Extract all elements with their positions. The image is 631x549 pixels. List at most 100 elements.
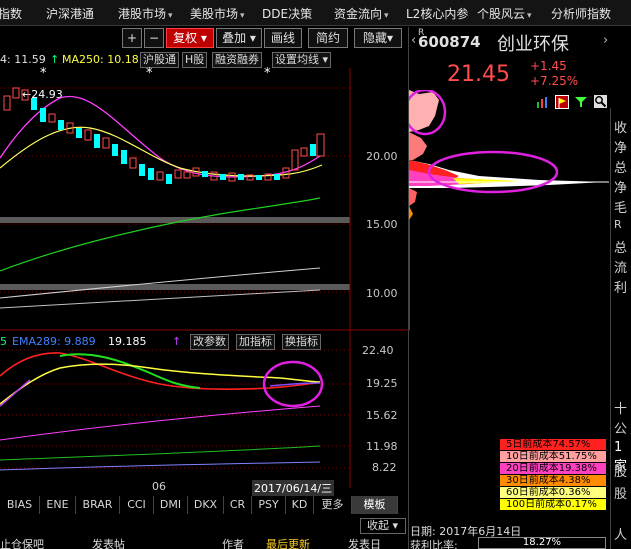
side-label: 总 [614, 161, 628, 176]
price-axis-label: 20.00 [366, 150, 398, 163]
indicator-axis-label: 11.98 [366, 440, 398, 453]
menu-index[interactable]: 指数 [0, 5, 22, 22]
chevron-down-icon: ▾ [240, 11, 245, 21]
chevron-down-icon: ▾ [168, 11, 173, 21]
zoom-in-button[interactable]: + [122, 28, 142, 48]
cost-legend-label: 10日前成本51.75% [506, 451, 597, 462]
menu-index-label: 指数 [0, 7, 23, 21]
chevron-down-icon: ▾ [384, 11, 389, 21]
restore-rights-button[interactable]: 复权 ▾ [166, 28, 214, 48]
tab-cci[interactable]: CCI [120, 496, 154, 514]
pane-separator [0, 284, 350, 290]
candle-up [316, 133, 325, 157]
chip-band-pink-top [409, 90, 439, 132]
status-author: 作者 [222, 538, 244, 549]
side-label: 十 [614, 402, 628, 417]
tag-margin[interactable]: 融资融券 [212, 52, 262, 68]
candle-up [84, 129, 92, 141]
side-label: 毛 [614, 201, 628, 216]
menu-fund-flow-label: 资金流向 [334, 7, 383, 21]
status-post[interactable]: 发表帖 [92, 536, 125, 549]
draw-line-button[interactable]: 画线 [264, 28, 302, 48]
status-publish[interactable]: 发表日 [348, 536, 381, 549]
candle-down [40, 108, 46, 122]
tab-ene[interactable]: ENE [40, 496, 76, 514]
menu-l2[interactable]: L2核心内参 [406, 5, 468, 22]
ema-current-value: 19.185 [108, 335, 147, 348]
hide-button[interactable]: 隐藏▾ [354, 28, 402, 48]
kline-chart [0, 68, 408, 488]
menu-fund-flow[interactable]: 资金流向 ▾ [334, 5, 389, 22]
chevron-left-icon[interactable]: ‹ [411, 33, 416, 48]
ma-settings-button[interactable]: 设置均线 ▾ [272, 52, 332, 68]
zoom-out-button[interactable]: − [144, 28, 164, 48]
cost-legend-item: 10日前成本51.75% [500, 451, 606, 462]
ma-value: 4: 11.59 [0, 53, 46, 66]
candle-down [112, 144, 118, 156]
profit-ratio-bar: 18.27% [478, 537, 606, 549]
menu-analyst[interactable]: 分析师指数 [551, 5, 611, 22]
side-label: 净 [614, 141, 628, 156]
bottom-status-bar: 止仓保吧 发表帖 作者 最后更新 发表日 [0, 537, 408, 549]
indicator-axis-label: 22.40 [362, 344, 394, 357]
profit-ratio-value: 18.27% [522, 537, 562, 548]
chevron-down-icon: ▾ [389, 519, 399, 532]
cost-legend-label: 20日前成本19.38% [506, 463, 597, 474]
ma-line-green [0, 197, 321, 272]
menu-us-market[interactable]: 美股市场 ▾ [190, 5, 245, 22]
indicator-axis-label: 19.25 [366, 377, 398, 390]
chevron-right-icon[interactable]: › [603, 33, 608, 48]
tab-dkx[interactable]: DKX [188, 496, 224, 514]
menu-stock-news[interactable]: 个股风云 ▾ [477, 5, 532, 22]
tab-psy[interactable]: PSY [252, 496, 286, 514]
tab-kd[interactable]: KD [286, 496, 314, 514]
price-axis-label: 15.00 [366, 218, 398, 231]
status-left[interactable]: 止仓保吧 [0, 536, 44, 549]
candle-down [256, 175, 262, 180]
tab-bias[interactable]: BIAS [0, 496, 40, 514]
tab-brar[interactable]: BRAR [76, 496, 120, 514]
add-indicator-button[interactable]: 加指标 [236, 334, 275, 350]
candle-down [121, 150, 127, 164]
chevron-down-icon: ▾ [197, 31, 207, 45]
candle-down [31, 98, 37, 110]
tag-h-share[interactable]: H股 [182, 52, 208, 68]
indicator-line-magenta [0, 405, 321, 441]
side-label: 利 [614, 281, 628, 296]
current-price: 21.45 [447, 62, 510, 87]
indicator-axis-label: 8.22 [372, 461, 397, 474]
change-indicator-button[interactable]: 换指标 [282, 334, 321, 350]
candle-down [94, 134, 100, 148]
profit-ratio-label: 获利比率: [410, 539, 458, 549]
side-label: 净 [614, 181, 628, 196]
tab-template[interactable]: 模板 [352, 496, 398, 514]
menu-hk-market[interactable]: 港股市场 ▾ [118, 5, 173, 22]
menu-hk-connect[interactable]: 沪深港通 [46, 5, 94, 22]
candle-up [129, 157, 137, 169]
side-label: 人 [614, 528, 628, 543]
collapse-label: 收起 [367, 519, 389, 532]
brief-button[interactable]: 简约 [308, 28, 348, 48]
menu-dde[interactable]: DDE决策 [262, 5, 312, 22]
menu-hk-market-label: 港股市场 [118, 7, 167, 21]
cost-legend-item: 20日前成本19.38% [500, 463, 606, 474]
side-label: 股 [614, 465, 628, 480]
overlay-button[interactable]: 叠加 ▾ [216, 28, 262, 48]
cost-legend-item: 60日前成本0.36% [500, 487, 606, 498]
indicator-line-green2 [0, 445, 321, 461]
cost-legend-label: 100日前成本0.17% [506, 499, 597, 510]
side-label: 公 [614, 422, 628, 437]
edit-params-button[interactable]: 改参数 [190, 334, 229, 350]
price-axis-label: 10.00 [366, 287, 398, 300]
indicator-prefix: 5 [0, 335, 7, 348]
hide-label: 隐藏 [362, 31, 387, 45]
tab-cr[interactable]: CR [224, 496, 252, 514]
side-label: 流 [614, 261, 628, 276]
tab-more[interactable]: 更多 [314, 496, 352, 514]
candle-down [202, 171, 208, 177]
status-latest[interactable]: 最后更新 [266, 536, 310, 549]
collapse-button[interactable]: 收起 ▾ [360, 518, 406, 534]
ma-line-white [0, 267, 321, 299]
candle-up [12, 87, 20, 99]
tab-dmi[interactable]: DMI [154, 496, 188, 514]
